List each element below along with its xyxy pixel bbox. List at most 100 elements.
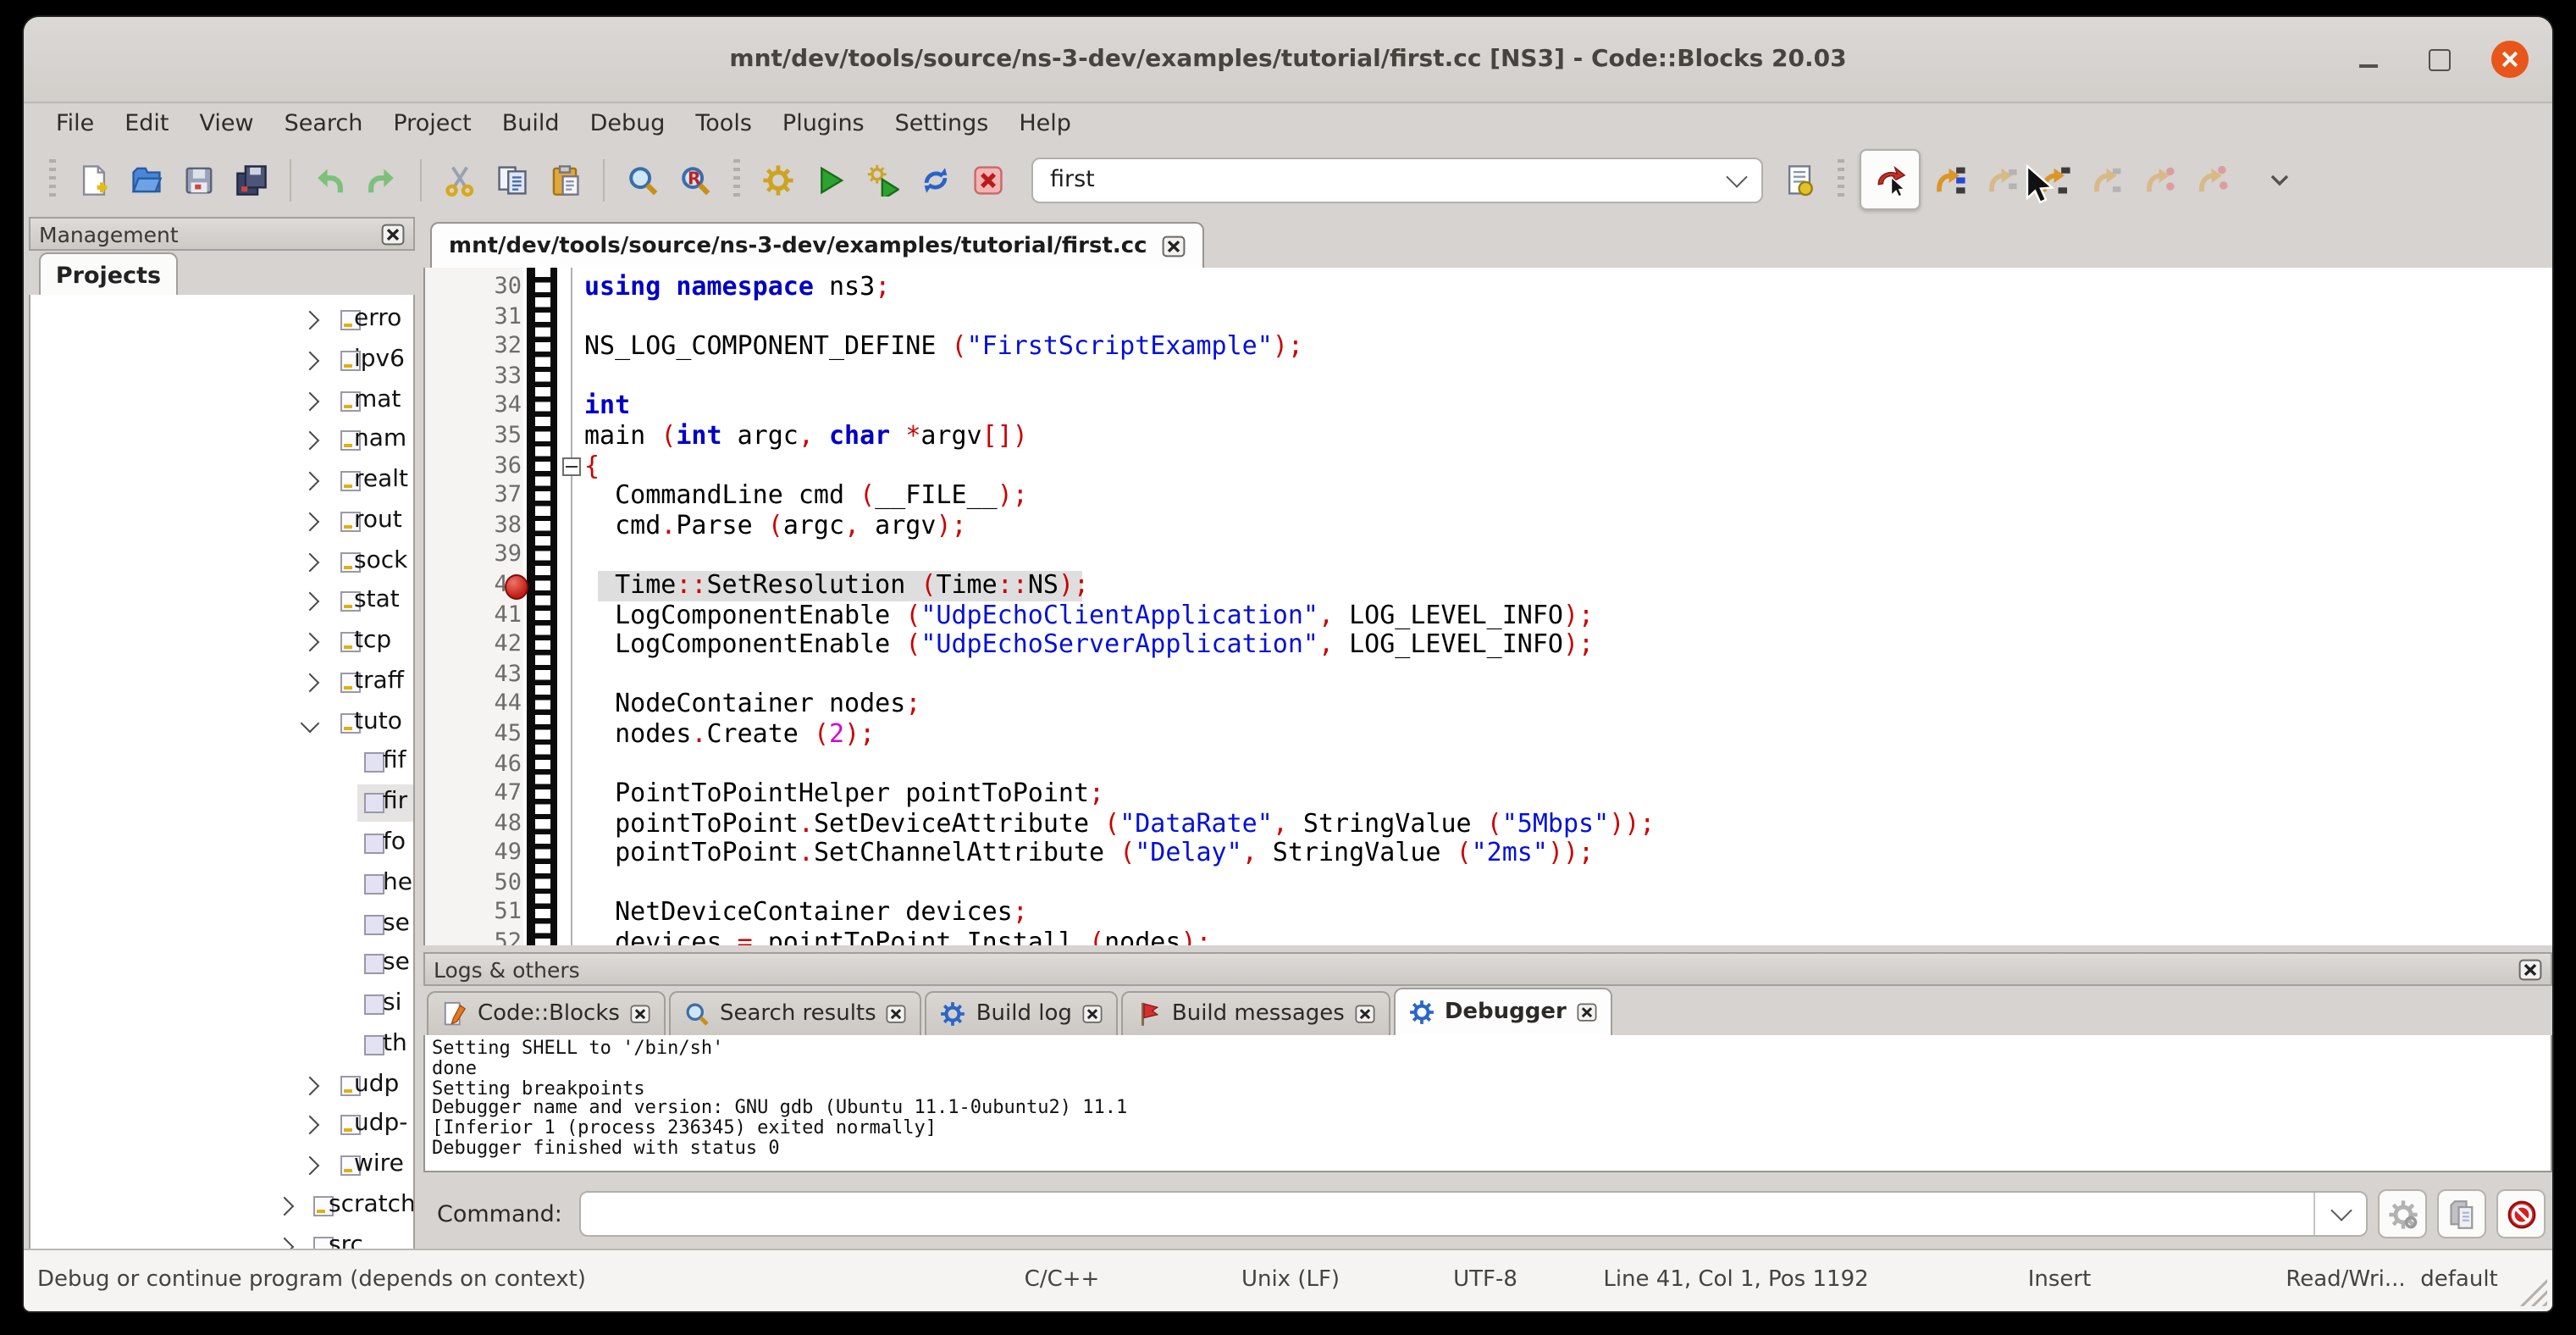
command-input[interactable]: [579, 1191, 2368, 1237]
save-all-button[interactable]: [229, 157, 274, 202]
tab-build-messages[interactable]: Build messages: [1121, 991, 1390, 1035]
line-number[interactable]: 47: [425, 779, 522, 809]
tab-search-results[interactable]: Search results: [669, 991, 922, 1035]
compiler-properties-button[interactable]: [1777, 157, 1822, 202]
debug-continue-button[interactable]: [1860, 149, 1921, 210]
tree-item-udp[interactable]: udp: [30, 1065, 413, 1105]
chevron-right-icon[interactable]: [301, 472, 320, 491]
tree-item-rout[interactable]: rout: [30, 501, 413, 542]
save-button[interactable]: [176, 157, 222, 202]
toolbar-overflow-button[interactable]: [2263, 166, 2297, 193]
project-tree[interactable]: erroipv6matnamrealtroutsockstattcptrafft…: [29, 295, 415, 1255]
line-number[interactable]: 42: [425, 630, 522, 660]
tree-item-fo[interactable]: fo: [30, 823, 413, 864]
line-number[interactable]: 37: [425, 481, 522, 511]
chevron-right-icon[interactable]: [301, 391, 320, 411]
chevron-right-icon[interactable]: [301, 1116, 320, 1135]
menu-help[interactable]: Help: [1003, 105, 1086, 142]
abort-button[interactable]: [965, 157, 1011, 202]
new-file-button[interactable]: [71, 157, 117, 202]
tab-close-icon[interactable]: [630, 1004, 650, 1024]
tree-item-stat[interactable]: stat: [30, 582, 413, 623]
debugger-log[interactable]: Setting SHELL to '/bin/sh'doneSetting br…: [423, 1035, 2552, 1172]
breakpoint-marker[interactable]: [505, 573, 528, 599]
tree-item-wire[interactable]: wire: [30, 1145, 413, 1186]
menu-debug[interactable]: Debug: [575, 105, 681, 142]
step-out-button[interactable]: [2085, 157, 2131, 202]
tree-item-fir[interactable]: fir: [30, 783, 413, 823]
tree-item-udp-[interactable]: udp-: [30, 1105, 413, 1146]
chevron-right-icon[interactable]: [301, 633, 320, 652]
line-number[interactable]: 31: [425, 302, 522, 332]
line-number[interactable]: 32: [425, 332, 522, 362]
replace-button[interactable]: R: [672, 157, 718, 202]
command-dropdown[interactable]: [2313, 1193, 2366, 1235]
find-button[interactable]: [620, 157, 666, 202]
next-instruction-button[interactable]: [2137, 157, 2183, 202]
line-number[interactable]: 38: [425, 512, 522, 541]
fold-collapse-icon[interactable]: [562, 457, 581, 476]
copy-log-button[interactable]: [2437, 1189, 2486, 1238]
tree-item-nam[interactable]: nam: [30, 421, 413, 462]
chevron-right-icon[interactable]: [275, 1197, 295, 1216]
copy-button[interactable]: [489, 157, 535, 202]
tab-close-icon[interactable]: [1082, 1004, 1103, 1024]
build-button[interactable]: [755, 157, 801, 202]
tree-item-realt[interactable]: realt: [30, 461, 413, 501]
tree-item-traff[interactable]: traff: [30, 662, 413, 703]
tab-code-blocks[interactable]: Code::Blocks: [427, 991, 666, 1035]
run-to-cursor-button[interactable]: [1927, 157, 1973, 202]
line-number[interactable]: 49: [425, 839, 522, 869]
next-line-button[interactable]: [1980, 157, 2026, 202]
editor-tab-first-cc[interactable]: mnt/dev/tools/source/ns-3-dev/examples/t…: [430, 222, 1205, 269]
chevron-right-icon[interactable]: [301, 1076, 320, 1095]
code-editor[interactable]: 30using namespace ns3;3132NS_LOG_COMPONE…: [423, 268, 2552, 945]
chevron-down-icon[interactable]: [301, 713, 320, 733]
tree-item-sock[interactable]: sock: [30, 541, 413, 582]
stop-debugger-button[interactable]: [2496, 1189, 2546, 1238]
tab-debugger[interactable]: Debugger: [1394, 988, 1612, 1037]
title-bar[interactable]: mnt/dev/tools/source/ns-3-dev/examples/t…: [24, 17, 2552, 103]
chevron-right-icon[interactable]: [301, 311, 320, 330]
step-into-instruction-button[interactable]: [2190, 157, 2236, 202]
tree-item-se[interactable]: se: [30, 944, 413, 985]
debug-settings-button[interactable]: [2378, 1189, 2427, 1238]
line-number[interactable]: 39: [425, 541, 522, 571]
redo-button[interactable]: [359, 157, 405, 202]
line-number[interactable]: 44: [425, 690, 522, 720]
chevron-right-icon[interactable]: [301, 552, 320, 572]
line-number[interactable]: 46: [425, 750, 522, 779]
cut-button[interactable]: [437, 157, 483, 202]
tree-item-scratch[interactable]: scratch: [30, 1186, 413, 1227]
rebuild-button[interactable]: [913, 157, 959, 202]
logs-close-icon[interactable]: [2518, 958, 2542, 980]
tree-item-si[interactable]: si: [30, 984, 413, 1025]
tree-item-fif[interactable]: fif: [30, 743, 413, 784]
line-number[interactable]: 48: [425, 809, 522, 839]
resize-grip[interactable]: [2513, 1272, 2547, 1306]
chevron-right-icon[interactable]: [301, 351, 320, 370]
build-and-run-button[interactable]: [860, 157, 906, 202]
menu-tools[interactable]: Tools: [680, 105, 767, 142]
line-number[interactable]: 33: [425, 363, 522, 392]
open-folder-button[interactable]: [124, 157, 169, 202]
chevron-right-icon[interactable]: [301, 431, 320, 451]
line-number[interactable]: 43: [425, 660, 522, 690]
menu-build[interactable]: Build: [487, 105, 575, 142]
line-number[interactable]: 50: [425, 869, 522, 899]
line-number[interactable]: 35: [425, 422, 522, 451]
menu-plugins[interactable]: Plugins: [767, 105, 880, 142]
tab-close-icon[interactable]: [887, 1004, 907, 1024]
tab-close-icon[interactable]: [1355, 1004, 1375, 1024]
build-target-combobox[interactable]: first: [1031, 157, 1763, 202]
editor-tab-close-icon[interactable]: [1163, 235, 1186, 257]
line-number[interactable]: 36: [425, 451, 522, 481]
maximize-button[interactable]: [2420, 41, 2457, 78]
close-button[interactable]: [2491, 41, 2529, 78]
line-number[interactable]: 45: [425, 720, 522, 750]
tree-item-se[interactable]: se: [30, 904, 413, 944]
undo-button[interactable]: [307, 157, 352, 202]
tree-item-he[interactable]: he: [30, 864, 413, 905]
tab-projects[interactable]: Projects: [39, 252, 178, 296]
tree-item-erro[interactable]: erro: [30, 300, 413, 341]
